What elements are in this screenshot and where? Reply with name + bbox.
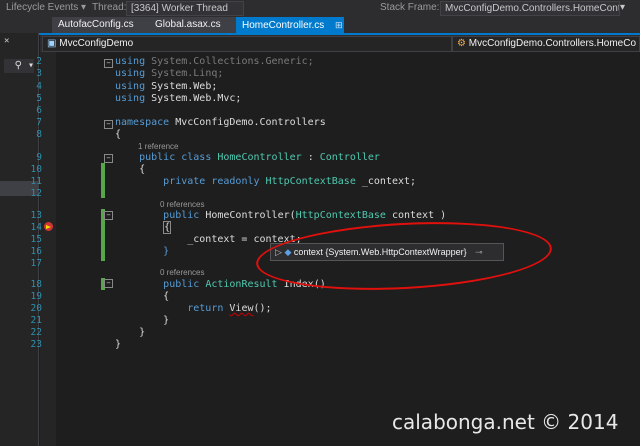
- class-icon: ⚙: [457, 38, 469, 49]
- navigation-bar: ▣ MvcConfigDemo ⚙ MvcConfigDemo.Controll…: [40, 35, 640, 52]
- codelens-references[interactable]: 0 references: [160, 268, 204, 277]
- line-number: 7: [36, 117, 42, 128]
- project-label: MvcConfigDemo: [59, 38, 134, 49]
- collapse-toggle[interactable]: −: [104, 211, 113, 220]
- code-line: {: [163, 221, 172, 234]
- code-line: {: [115, 129, 122, 140]
- tab-homecontroller[interactable]: HomeController.cs ⊞: [236, 17, 344, 33]
- line-number: 19: [30, 291, 42, 302]
- code-line: namespace MvcConfigDemo.Controllers: [115, 117, 326, 128]
- code-line: }: [115, 315, 170, 326]
- collapse-toggle[interactable]: −: [104, 154, 113, 163]
- tab-label: HomeController.cs: [242, 20, 325, 31]
- line-number: 6: [36, 105, 42, 116]
- code-line: public class HomeController : Controller: [139, 152, 380, 163]
- line-number: 5: [36, 93, 42, 104]
- code-line: private readonly HttpContextBase _contex…: [163, 176, 417, 187]
- codelens-references[interactable]: 0 references: [160, 200, 204, 209]
- lifecycle-events-dropdown[interactable]: Lifecycle Events ▾: [6, 2, 86, 13]
- line-number: 17: [30, 258, 42, 269]
- code-line: }: [115, 339, 122, 350]
- thread-label: Thread:: [92, 2, 127, 13]
- code-line: using System.Web;: [115, 81, 218, 92]
- tab-autofacconfig[interactable]: AutofacConfig.cs: [52, 17, 154, 33]
- document-tab-strip: AutofacConfig.cs Global.asax.cs HomeCont…: [0, 17, 640, 35]
- watermark: calabonga.net © 2014: [392, 410, 619, 434]
- line-number: 18: [30, 279, 42, 290]
- collapse-toggle[interactable]: −: [104, 120, 113, 129]
- line-number: 22: [30, 327, 42, 338]
- line-number: 16: [30, 246, 42, 257]
- tab-label: AutofacConfig.cs: [58, 19, 134, 30]
- code-line: {: [115, 164, 146, 175]
- line-number: 15: [30, 234, 42, 245]
- line-number: 23: [30, 339, 42, 350]
- line-number: 9: [36, 152, 42, 163]
- indicator-margin[interactable]: [40, 52, 56, 446]
- type-dropdown[interactable]: ⚙ MvcConfigDemo.Controllers.HomeCo: [452, 36, 640, 52]
- stack-frame-select[interactable]: MvcConfigDemo.Controllers.HomeContr: [440, 1, 620, 16]
- code-line: }: [163, 246, 170, 257]
- code-line: }: [115, 327, 146, 338]
- line-number: 11: [30, 176, 42, 187]
- codelens-references[interactable]: 1 reference: [138, 142, 178, 151]
- close-icon[interactable]: ✕: [4, 36, 9, 46]
- annotation-ellipse: [254, 215, 554, 297]
- line-number: 20: [30, 303, 42, 314]
- type-label: MvcConfigDemo.Controllers.HomeCo: [468, 38, 637, 49]
- chevron-down-icon[interactable]: ▾: [620, 2, 625, 13]
- line-number: 12: [30, 188, 42, 199]
- thread-select[interactable]: [3364] Worker Thread: [126, 1, 244, 16]
- stack-frame-label: Stack Frame:: [380, 2, 440, 13]
- line-number: 4: [36, 81, 42, 92]
- line-number: 3: [36, 68, 42, 79]
- collapse-toggle[interactable]: −: [104, 59, 113, 68]
- code-line: {: [115, 291, 170, 302]
- csharp-project-icon: ▣: [47, 38, 60, 49]
- line-number: 10: [30, 164, 42, 175]
- line-number: 21: [30, 315, 42, 326]
- code-line: using System.Linq;: [115, 68, 224, 79]
- code-line: using System.Web.Mvc;: [115, 93, 242, 104]
- line-number: 13: [30, 210, 42, 221]
- line-number: 14: [30, 222, 42, 233]
- pin-icon[interactable]: ⊞: [335, 20, 343, 30]
- code-line: return View();: [187, 303, 272, 314]
- line-number: 2: [36, 56, 42, 67]
- current-statement-breakpoint-icon[interactable]: [44, 222, 53, 231]
- collapse-toggle[interactable]: −: [104, 279, 113, 288]
- tab-global-asax[interactable]: Global.asax.cs: [149, 17, 237, 33]
- tab-label: Global.asax.cs: [155, 19, 221, 30]
- code-line: using System.Collections.Generic;: [115, 56, 314, 67]
- change-bar: [101, 163, 105, 198]
- project-dropdown[interactable]: ▣ MvcConfigDemo: [42, 36, 452, 52]
- debug-toolbar: Lifecycle Events ▾ Thread: [3364] Worker…: [0, 0, 640, 17]
- line-number: 8: [36, 129, 42, 140]
